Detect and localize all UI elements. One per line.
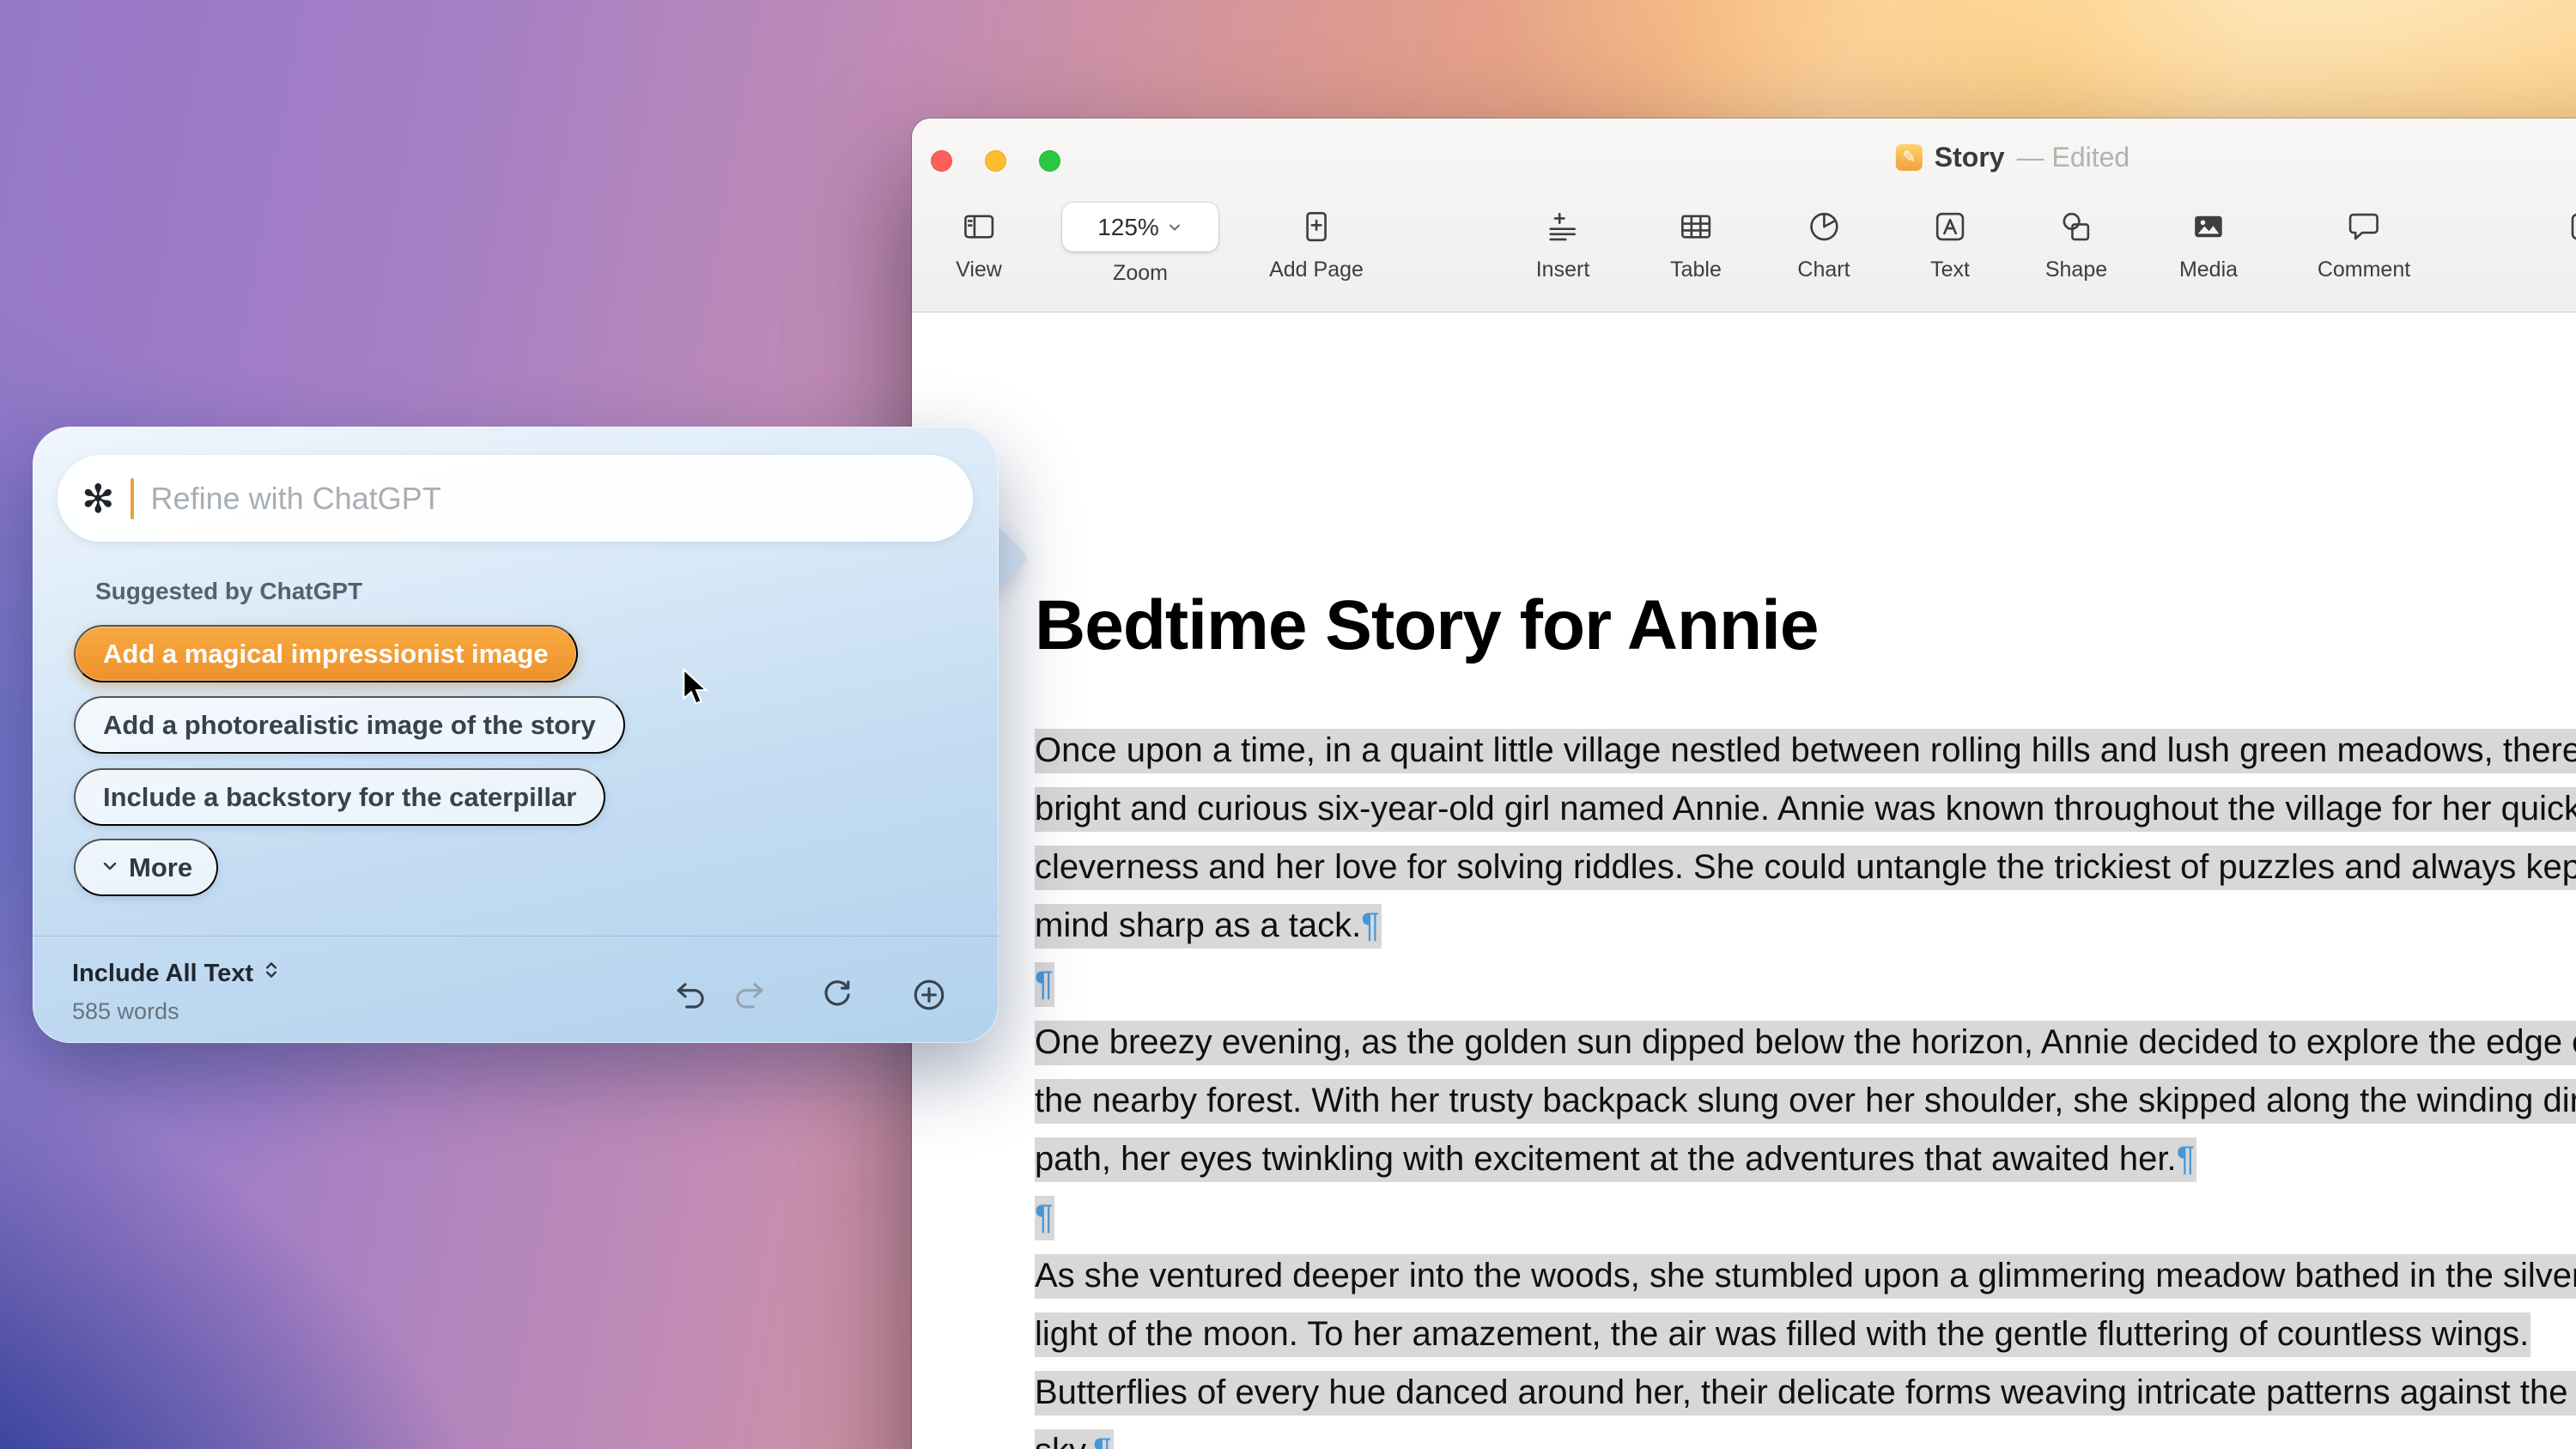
window-header: ✎ Story — Edited View 125% Zoom Add Page… <box>912 118 2576 312</box>
mouse-cursor <box>682 667 709 712</box>
toolbar-clipped-icon <box>2567 209 2576 245</box>
window-controls <box>931 150 1060 172</box>
undo-icon <box>677 983 704 1009</box>
toolbar-item-clipped[interactable] <box>2567 209 2576 257</box>
document-line: ¶ <box>1035 1188 2576 1246</box>
document-line: mind sharp as a tack.¶ <box>1035 896 2576 955</box>
view-icon <box>961 209 997 245</box>
pilcrow-mark: ¶ <box>1361 906 1380 944</box>
media-icon <box>2190 209 2227 245</box>
chevrons-updown-icon <box>260 959 283 988</box>
insert-icon <box>1545 209 1581 245</box>
minimize-button[interactable] <box>985 150 1006 172</box>
window-title-state: — Edited <box>2016 142 2130 173</box>
fullscreen-button[interactable] <box>1039 150 1060 172</box>
include-scope-selector[interactable]: Include All Text <box>72 959 283 988</box>
close-button[interactable] <box>931 150 952 172</box>
word-count: 585 words <box>72 998 179 1024</box>
document-line: Butterflies of every hue danced around h… <box>1035 1363 2576 1422</box>
document-line: cleverness and her love for solving ridd… <box>1035 838 2576 896</box>
text-icon <box>1932 209 1968 245</box>
toolbar-item-shape[interactable]: Shape <box>2045 209 2107 282</box>
zoom-level-button[interactable]: 125% <box>1062 203 1218 252</box>
add-icon <box>914 979 945 1010</box>
document-line: As she ventured deeper into the woods, s… <box>1035 1246 2576 1305</box>
chevron-down-icon <box>100 852 120 883</box>
toolbar-item-view[interactable]: View <box>956 209 1002 282</box>
regenerate-button[interactable] <box>817 974 858 1016</box>
document-line: Once upon a time, in a quaint little vil… <box>1035 721 2576 779</box>
suggestion-button-caterpillar-backstory[interactable]: Include a backstory for the caterpillar <box>74 768 606 826</box>
pilcrow-mark: ¶ <box>2176 1140 2196 1178</box>
pilcrow-mark: ¶ <box>1035 1198 1054 1236</box>
undo-button[interactable] <box>671 974 712 1016</box>
add-suggestion-button[interactable] <box>908 974 950 1016</box>
more-suggestions-button[interactable]: More <box>74 839 219 896</box>
toolbar-item-chart[interactable]: Chart <box>1797 209 1850 282</box>
screen: ✎ Story — Edited View 125% Zoom Add Page… <box>0 0 2576 1449</box>
shape-icon <box>2058 209 2094 245</box>
document-line: light of the moon. To her amazement, the… <box>1035 1305 2576 1363</box>
toolbar-item-zoom: 125% Zoom <box>1062 203 1218 286</box>
pages-window: ✎ Story — Edited View 125% Zoom Add Page… <box>912 118 2576 1449</box>
chatgpt-logo-icon: ✻ <box>82 476 115 521</box>
pilcrow-mark: ¶ <box>1035 965 1054 1003</box>
toolbar-item-comment[interactable]: Comment <box>2318 209 2410 282</box>
chatgpt-popup: ✻ Suggested by ChatGPT Add a magical imp… <box>33 427 999 1043</box>
table-icon <box>1678 209 1714 245</box>
document-line: bright and curious six-year-old girl nam… <box>1035 779 2576 838</box>
suggestion-button-photorealistic-image[interactable]: Add a photorealistic image of the story <box>74 696 625 754</box>
window-title: ✎ Story — Edited <box>1895 142 2130 173</box>
toolbar-item-insert[interactable]: Insert <box>1536 209 1589 282</box>
text-caret <box>130 477 134 519</box>
document-icon: ✎ <box>1895 144 1923 171</box>
document-line: sky.¶ <box>1035 1422 2576 1449</box>
refine-input[interactable] <box>149 479 949 518</box>
pilcrow-mark: ¶ <box>1093 1432 1111 1449</box>
suggested-by-label: Suggested by ChatGPT <box>95 578 363 604</box>
redo-icon <box>736 983 763 1009</box>
toolbar-item-media[interactable]: Media <box>2179 209 2238 282</box>
window-title-text: Story <box>1934 142 2005 173</box>
suggestion-button-impressionist-image[interactable]: Add a magical impressionist image <box>74 625 578 682</box>
document-canvas[interactable]: Bedtime Story for Annie Once upon a time… <box>912 312 2576 1449</box>
toolbar-item-text[interactable]: Text <box>1930 209 1970 282</box>
document-text: Once upon a time, in a quaint little vil… <box>1035 721 2576 1449</box>
refine-input-pill[interactable]: ✻ <box>58 455 973 542</box>
redo-button[interactable] <box>728 974 769 1016</box>
document-line: path, her eyes twinkling with excitement… <box>1035 1130 2576 1188</box>
add-page-icon <box>1298 209 1334 245</box>
document-heading: Bedtime Story for Annie <box>1035 586 1820 664</box>
toolbar-item-add-page[interactable]: Add Page <box>1269 209 1364 282</box>
toolbar-item-table[interactable]: Table <box>1670 209 1722 282</box>
document-line: the nearby forest. With her trusty backp… <box>1035 1071 2576 1130</box>
popup-divider <box>33 936 999 937</box>
comment-icon <box>2346 209 2382 245</box>
document-line: One breezy evening, as the golden sun di… <box>1035 1013 2576 1071</box>
regenerate-icon <box>824 980 850 1006</box>
document-line: ¶ <box>1035 955 2576 1013</box>
chevron-down-icon <box>1166 219 1183 236</box>
chart-icon <box>1806 209 1842 245</box>
